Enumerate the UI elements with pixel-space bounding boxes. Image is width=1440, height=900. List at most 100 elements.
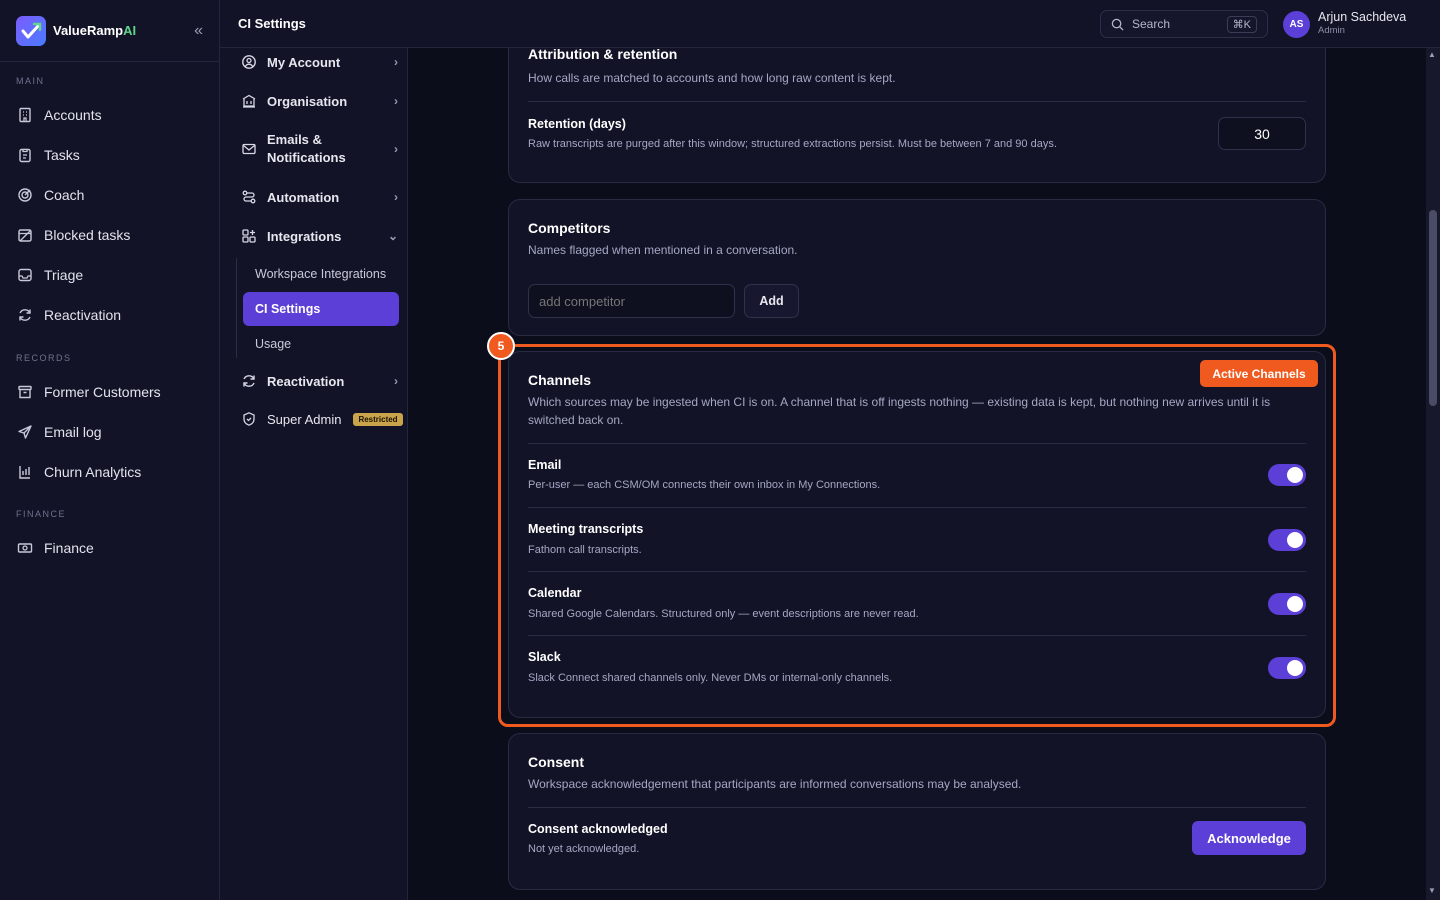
subnav-label: Reactivation <box>267 373 345 389</box>
subnav-item-reactivation[interactable]: Reactivation › <box>232 371 398 391</box>
refresh-icon <box>240 372 258 390</box>
sidebar-item-blocked-tasks[interactable]: Blocked tasks <box>0 215 220 255</box>
subnav-item-organisation[interactable]: Organisation › <box>232 91 398 111</box>
search-shortcut: ⌘K <box>1226 15 1257 33</box>
consent-row-title: Consent acknowledged <box>528 822 668 836</box>
shield-icon <box>240 410 258 428</box>
workflow-icon <box>240 188 258 206</box>
sidebar-item-email-log[interactable]: Email log <box>0 412 220 452</box>
subnav-child-usage[interactable]: Usage <box>243 327 399 361</box>
subnav-label: My Account <box>267 54 341 70</box>
competitors-title: Competitors <box>528 220 611 236</box>
sidebar-item-label: Blocked tasks <box>44 227 131 243</box>
competitor-input[interactable] <box>528 284 735 318</box>
sidebar-item-label: Finance <box>44 540 94 556</box>
chevron-right-icon: › <box>394 55 398 69</box>
subnav-child-ci-settings[interactable]: CI Settings <box>243 292 399 326</box>
divider <box>528 101 1306 102</box>
attribution-title: Attribution & retention <box>528 48 678 62</box>
brand-header: ValueRamp AI « <box>0 0 219 62</box>
subnav-item-emails-notifications[interactable]: Emails & Notifications › <box>232 130 398 168</box>
attribution-description: How calls are matched to accounts and ho… <box>528 71 896 85</box>
chevron-right-icon: › <box>394 94 398 108</box>
sidebar-item-label: Triage <box>44 267 84 283</box>
sidebar-item-triage[interactable]: Triage <box>0 255 220 295</box>
send-icon <box>16 423 34 441</box>
consent-card: Consent Workspace acknowledgement that p… <box>508 733 1326 890</box>
archive-icon <box>16 383 34 401</box>
subnav-label: Integrations <box>267 228 342 244</box>
consent-row-desc: Not yet acknowledged. <box>528 843 640 855</box>
sidebar-item-label: Accounts <box>44 107 102 123</box>
subnav-label: Super Admin <box>267 411 342 427</box>
inbox-icon <box>16 266 34 284</box>
section-label-records: RECORDS <box>16 353 72 363</box>
sidebar-item-reactivation[interactable]: Reactivation <box>0 295 220 335</box>
chevron-right-icon: › <box>394 190 398 204</box>
subnav-item-integrations[interactable]: Integrations ⌄ <box>232 226 398 246</box>
subnav-label: Organisation <box>267 93 348 109</box>
user-role: Admin <box>1318 25 1345 36</box>
sidebar-item-label: Former Customers <box>44 384 161 400</box>
retention-days-input[interactable]: 30 <box>1218 117 1306 150</box>
sidebar-item-coach[interactable]: Coach <box>0 175 220 215</box>
search-input[interactable]: Search ⌘K <box>1100 10 1268 38</box>
clipboard-icon <box>16 146 34 164</box>
retention-description: Raw transcripts are purged after this wi… <box>528 138 1057 150</box>
subnav-label-line-2: Notifications <box>267 150 346 165</box>
sidebar-item-former-customers[interactable]: Former Customers <box>0 372 220 412</box>
competitors-description: Names flagged when mentioned in a conver… <box>528 243 798 257</box>
mail-icon <box>240 140 258 158</box>
analytics-icon <box>16 463 34 481</box>
chevron-right-icon: › <box>394 374 398 388</box>
sidebar-item-churn-analytics[interactable]: Churn Analytics <box>0 452 220 492</box>
blocked-calendar-icon <box>16 226 34 244</box>
consent-title: Consent <box>528 754 584 770</box>
sidebar-item-label: Tasks <box>44 147 80 163</box>
user-name[interactable]: Arjun Sachdeva <box>1318 10 1406 24</box>
money-icon <box>16 539 34 557</box>
scroll-down-icon[interactable]: ▼ <box>1428 886 1436 895</box>
sidebar-item-label: Churn Analytics <box>44 464 142 480</box>
breadcrumb: CI Settings <box>238 16 306 31</box>
competitors-card: Competitors Names flagged when mentioned… <box>508 199 1326 336</box>
sidebar-item-finance[interactable]: Finance <box>0 528 220 568</box>
restricted-badge: Restricted <box>353 412 403 426</box>
logo-icon <box>16 15 46 46</box>
sidebar-item-accounts[interactable]: Accounts <box>0 95 220 135</box>
sidebar-item-label: Coach <box>44 187 85 203</box>
main-content: Attribution & retention How calls are ma… <box>408 48 1426 900</box>
scroll-thumb[interactable] <box>1429 210 1437 406</box>
section-label-finance: FINANCE <box>16 509 67 519</box>
divider <box>528 807 1306 808</box>
subnav-tree-line <box>236 258 237 358</box>
scroll-up-icon[interactable]: ▲ <box>1428 50 1436 59</box>
subnav-label: Emails & Notifications <box>267 131 346 167</box>
highlight-frame <box>498 344 1336 727</box>
active-channels-tag: Active Channels <box>1200 360 1318 387</box>
institution-icon <box>240 92 258 110</box>
step-badge: 5 <box>487 332 515 360</box>
scrollbar[interactable]: ▲ ▼ <box>1426 48 1440 900</box>
sidebar-item-tasks[interactable]: Tasks <box>0 135 220 175</box>
user-circle-icon <box>240 53 258 71</box>
building-icon <box>16 106 34 124</box>
retention-label: Retention (days) <box>528 117 626 131</box>
subnav-label-line-1: Emails & <box>267 132 322 147</box>
collapse-sidebar-icon[interactable]: « <box>194 22 203 40</box>
search-label: Search <box>1132 17 1171 31</box>
sidebar-item-label: Email log <box>44 424 102 440</box>
subnav-child-workspace-integrations[interactable]: Workspace Integrations <box>243 257 399 291</box>
chevron-down-icon: ⌄ <box>387 229 398 243</box>
settings-nav <box>220 48 408 900</box>
add-competitor-button[interactable]: Add <box>744 284 799 318</box>
main-sidebar: ValueRamp AI « MAIN Accounts Tasks Coach … <box>0 0 220 900</box>
chevron-right-icon: › <box>394 142 398 156</box>
avatar[interactable]: AS <box>1283 11 1310 38</box>
subnav-item-automation[interactable]: Automation › <box>232 187 398 207</box>
attribution-card: Attribution & retention How calls are ma… <box>508 48 1326 183</box>
acknowledge-button[interactable]: Acknowledge <box>1192 821 1306 855</box>
subnav-item-super-admin[interactable]: Super Admin Restricted <box>232 409 408 429</box>
subnav-item-my-account[interactable]: My Account › <box>232 52 398 72</box>
section-label-main: MAIN <box>16 76 45 86</box>
